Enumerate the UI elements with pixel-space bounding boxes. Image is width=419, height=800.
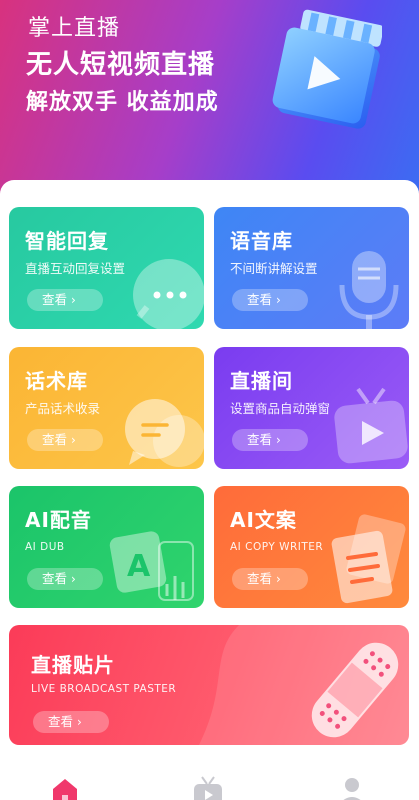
hero-tagline: 解放双手 收益加成 [26, 90, 219, 115]
video-play-card-icon [272, 9, 382, 129]
card-title: 直播间 [230, 369, 293, 393]
card-ai-copywriter[interactable]: AI文案 AI COPY WRITER 查看 › [214, 486, 409, 608]
svg-text:A: A [127, 549, 151, 584]
hero-headline: 无人短视频直播 [26, 50, 216, 80]
microphone-icon [339, 251, 399, 329]
tv-icon[interactable] [188, 775, 228, 800]
chevron-right-icon: › [77, 715, 82, 729]
view-button[interactable]: 查看 › [33, 711, 109, 733]
feature-panel: 智能回复 直播互动回复设置 查看 › 语音库 不间断讲解设置 查看 › 话术库 产品… [0, 180, 419, 800]
chevron-right-icon: › [276, 433, 281, 447]
view-button[interactable]: 查看 › [232, 429, 308, 451]
bandage-icon [311, 642, 399, 738]
card-smart-reply[interactable]: 智能回复 直播互动回复设置 查看 › [9, 207, 204, 329]
chevron-right-icon: › [71, 572, 76, 586]
card-subtitle: LIVE BROADCAST PASTER [31, 683, 177, 695]
view-button[interactable]: 查看 › [232, 568, 308, 590]
chevron-right-icon: › [276, 293, 281, 307]
view-button[interactable]: 查看 › [27, 429, 103, 451]
card-subtitle: AI COPY WRITER [230, 541, 324, 553]
card-voice-library[interactable]: 语音库 不间断讲解设置 查看 › [214, 207, 409, 329]
chat-bubble-icon [133, 259, 204, 329]
card-live-paster[interactable]: 直播贴片 LIVE BROADCAST PASTER 查看 › [9, 625, 409, 745]
bottom-tab-bar [0, 765, 419, 800]
card-live-room[interactable]: 直播间 设置商品自动弹窗 查看 › [214, 347, 409, 469]
chevron-right-icon: › [71, 293, 76, 307]
tv-play-icon [334, 387, 408, 464]
card-subtitle: 直播互动回复设置 [25, 261, 126, 276]
card-title: AI文案 [230, 508, 297, 532]
card-subtitle: 不间断讲解设置 [230, 261, 318, 276]
card-title: 话术库 [25, 369, 88, 393]
chevron-right-icon: › [71, 433, 76, 447]
chevron-right-icon: › [276, 572, 281, 586]
view-button[interactable]: 查看 › [27, 568, 103, 590]
card-title: 智能回复 [25, 229, 109, 253]
ai-voice-icon: A [109, 531, 194, 601]
hero-title: 掌上直播 [28, 16, 121, 41]
card-title: 语音库 [230, 229, 293, 253]
card-subtitle: AI DUB [25, 541, 65, 553]
view-button[interactable]: 查看 › [27, 289, 103, 311]
speech-bubbles-icon [125, 399, 204, 467]
card-script-library[interactable]: 话术库 产品话术收录 查看 › [9, 347, 204, 469]
card-subtitle: 设置商品自动弹窗 [230, 401, 331, 416]
user-icon[interactable] [332, 775, 372, 800]
document-icon [331, 514, 406, 604]
card-title: 直播贴片 [31, 653, 115, 677]
card-ai-dub[interactable]: A AI配音 AI DUB 查看 › [9, 486, 204, 608]
card-title: AI配音 [25, 508, 92, 532]
view-button[interactable]: 查看 › [232, 289, 308, 311]
card-subtitle: 产品话术收录 [25, 401, 101, 416]
home-icon[interactable] [45, 775, 85, 800]
hero-banner: 掌上直播 无人短视频直播 解放双手 收益加成 [0, 0, 419, 200]
